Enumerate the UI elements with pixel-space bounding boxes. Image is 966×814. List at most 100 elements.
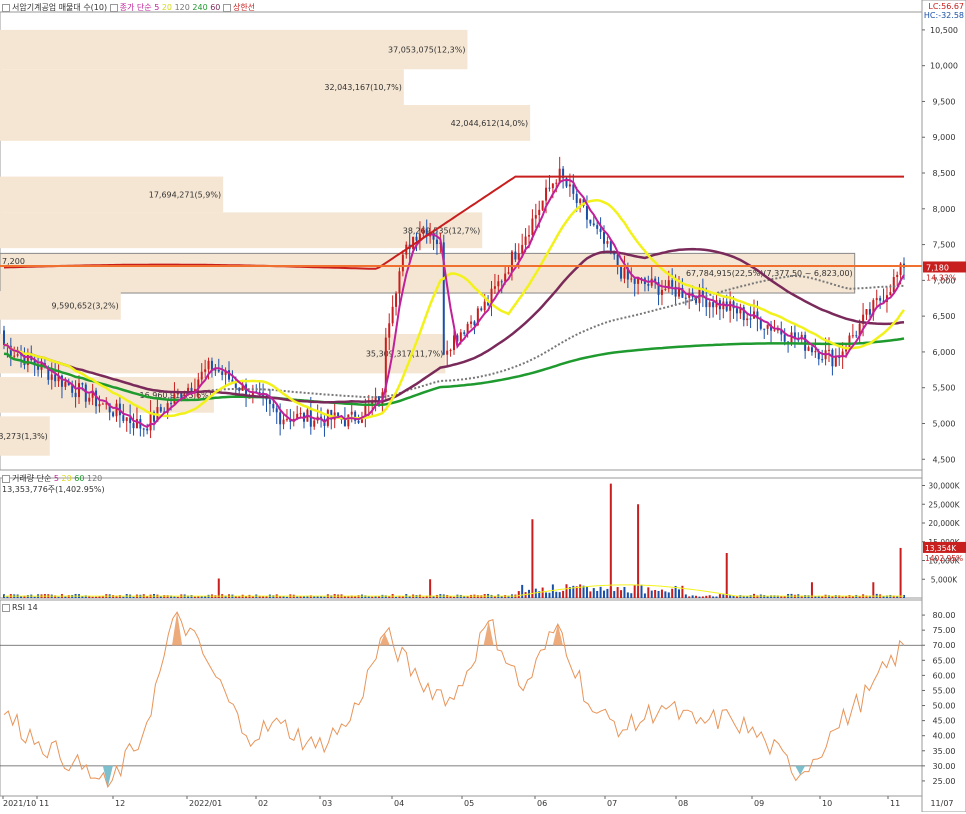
candle-body [149,412,152,431]
volume-bar [323,596,326,598]
volume-bar [64,596,67,598]
candle-body [633,278,636,284]
candle-body [313,420,316,427]
rsi-tick-label: 50.00 [933,702,956,711]
rsi-tick-label: 25.00 [933,777,956,786]
volume-bar [95,596,98,598]
candle-body [146,428,149,431]
candle-body [480,308,483,311]
candle-body [865,309,868,315]
volume-profile-label: 37,053,075(12,3%) [388,46,465,55]
candle-body [603,231,605,244]
candle-body [620,266,623,279]
volume-bar [493,596,496,598]
vol-ma60-label: 60 [74,474,85,483]
volume-bar [279,596,282,598]
rsi-panel [0,599,923,797]
chart-canvas[interactable]: 10,50010,0009,5009,0008,5008,0007,5007,0… [0,0,966,813]
candle-body [112,412,115,417]
volume-bar [551,584,554,598]
stock-title: 서암기계공업 매물대 수(10) [12,3,108,12]
volume-bar [176,596,179,598]
candle-body [347,414,350,427]
rsi-tick-label: 55.00 [933,686,956,695]
volume-bar [521,584,524,598]
price-tick-label: 7,500 [933,241,956,250]
candle-body [473,321,476,326]
date-label: 11 [890,799,900,808]
candle-body [783,334,786,342]
candle-body [350,411,353,415]
volume-bar [517,591,520,598]
candle-body [848,335,851,349]
volume-bar [858,596,861,598]
volume-profile-label: 67,784,915(22,5%)(7,377,50 ~ 6,823,00) [686,269,853,278]
candle-body [200,371,203,380]
volume-bar [565,584,568,598]
volume-profile-label: 35,309,317(11,7%) [366,350,443,359]
candle-body [531,218,534,236]
volume-spike-bar [637,504,640,598]
ma-toggle-icon[interactable] [109,3,118,12]
price-panel-header: 서암기계공업 매물대 수(10) 종가 단순 5 20 120 240 60 상… [2,2,255,13]
candle-body [135,419,138,429]
candle-body [170,403,173,405]
price-tick-label: 9,000 [933,133,956,142]
price-tick-label: 5,000 [933,419,956,428]
date-label: 2022/01 [189,799,222,808]
limit-toggle-icon[interactable] [222,3,231,12]
price-tick-label: 8,500 [933,169,956,178]
rsi-toggle-icon[interactable] [2,603,10,612]
ma240-label: 240 [192,3,208,12]
candle-body [449,350,452,352]
candle-body [834,357,837,367]
volume-profile-label: 42,044,612(14,0%) [451,119,528,128]
volume-bar [718,594,721,598]
volume-toggle-icon[interactable] [2,474,10,483]
candle-body [831,349,834,367]
volume-bar [558,592,561,598]
rsi-tick-label: 60.00 [933,671,956,680]
volume-spike-bar [725,553,728,598]
candle-body [493,286,496,289]
volume-bar [640,584,643,598]
candle-body [282,419,285,425]
volume-bar [660,589,663,598]
volume-bar [620,590,623,598]
candle-body [551,183,554,189]
volume-profile-label: 9,590,652(3,2%) [52,301,119,310]
candle-body [712,302,715,308]
candle-body [810,347,813,353]
volume-bar [712,596,715,598]
volume-bar [367,596,370,598]
date-label: 09 [754,799,764,808]
volume-bar [657,590,660,598]
volume-bar [173,596,176,598]
candle-body [585,205,588,220]
candle-body [889,292,892,296]
candle-body [892,277,895,293]
rsi-tick-label: 30.00 [933,762,956,771]
volume-bar [449,596,452,598]
candle-body [521,244,524,254]
candle-body [851,335,854,337]
level-line-label: 7,200 [2,257,25,266]
volume-bar [882,596,885,598]
volume-bar [688,596,691,598]
volume-profile-label: 32,043,167(10,7%) [324,83,401,92]
volume-bar [626,592,629,598]
volume-bar [555,591,558,598]
volume-bar [831,596,834,598]
candle-body [142,428,145,430]
volume-bar [395,596,398,598]
candle-body [548,187,551,189]
legend-toggle-icon[interactable] [2,3,10,12]
date-label: 02 [258,799,268,808]
date-label: 03 [322,799,332,808]
volume-bar [585,586,588,598]
candle-body [708,302,711,308]
candle-body [623,267,626,279]
candle-body [122,415,125,421]
ma60-label: 60 [210,3,221,12]
candle-body [735,308,738,314]
